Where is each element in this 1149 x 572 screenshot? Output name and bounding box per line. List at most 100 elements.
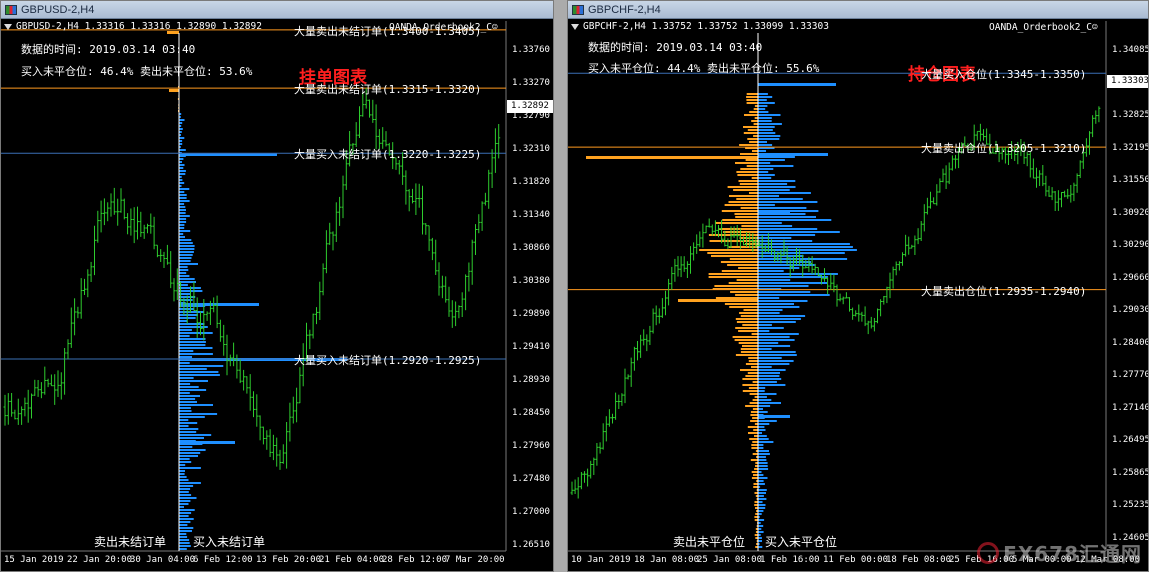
level-label: 大量卖出仓位(1.3205-1.3210) [921,142,1087,156]
candlestick [291,396,295,424]
candlestick [487,169,491,209]
buy-order-bar [179,515,189,517]
price-tick-label: 1.32825 [1112,110,1149,120]
candlestick [698,231,702,248]
buy-order-bar [758,366,772,368]
buy-order-bar [758,384,786,386]
sell-order-bar [735,327,758,329]
sell-order-bar [737,174,758,176]
candlestick [1035,167,1038,188]
buy-order-bar [179,350,194,352]
sell-order-bar [749,438,758,440]
candlestick [315,307,318,325]
buy-order-bar [758,369,786,371]
candlestick [457,305,461,319]
candlestick [142,224,146,239]
buy-order-bar [758,456,766,458]
candlestick [1069,185,1073,203]
candlestick [857,304,861,322]
buy-order-bar [758,138,780,140]
sell-order-bar [753,429,758,431]
chart-window-gbpchf[interactable]: GBPCHF-2,H4 GBPCHF-2,H4 1.33752 1.33752 … [567,0,1149,572]
level-label: 大量卖出未结订单(1.3400-1.3405) [294,24,482,38]
buy-order-bar [758,273,838,275]
candlestick [679,256,683,278]
buy-order-bar [758,126,775,128]
candlestick [950,155,954,171]
candlestick [978,123,982,142]
buy-order-bar [179,248,195,250]
buy-order-bar [179,416,205,418]
sell-positions-label: 卖出未平仓位 [673,535,746,549]
price-tick-label: 1.31550 [1112,175,1149,185]
buy-order-bar [758,83,836,86]
candlestick [215,295,219,329]
candlestick [829,273,833,290]
sell-order-bar [741,225,758,227]
candlestick [311,313,315,339]
price-tick-label: 1.29660 [1112,272,1149,283]
sell-order-bar [740,348,758,350]
buy-order-bar [758,396,767,398]
buy-order-bar [758,393,777,395]
buy-order-bar [758,315,806,317]
buy-order-bar [758,333,799,335]
buy-order-bar [758,279,791,281]
price-tick-label: 1.30380 [512,276,550,286]
buy-order-bar [758,234,816,236]
candlestick [589,460,593,479]
candlestick [907,236,911,255]
price-axis[interactable]: 1.340851.334551.328251.321951.315501.309… [1106,1,1149,571]
sell-order-bar [739,144,758,146]
sell-order-bar [708,276,758,278]
chart-window-gbpusd[interactable]: GBPUSD-2,H4 GBPUSD-2,H4 1.33316 1.33316 … [0,0,554,572]
sell-order-bar [728,282,758,284]
candlestick [925,197,929,215]
time-axis[interactable]: 15 Jan 2019 22 Jan 20:00 30 Jan 04:00 6 Feb… [1,551,506,571]
time-tick-label: 28 Feb 12:00 [382,555,448,565]
sell-order-bar [586,156,758,159]
sell-order-bar [745,405,758,407]
candlestick [1038,170,1042,186]
buy-order-bar [179,377,194,379]
candlestick [954,154,957,169]
sell-order-bar [742,384,758,386]
buy-order-bar [179,374,220,376]
price-tick-label: 1.29030 [1112,305,1149,315]
candlestick [26,389,30,423]
buy-order-bar [179,458,190,460]
time-tick-label: 1 Feb 16:00 [760,555,820,565]
price-axis[interactable]: 1.33760 1.33270 1.32790 1.32310 1.31820 1.313… [506,1,553,571]
candlestick [477,214,481,234]
sell-order-bar [746,99,758,101]
candlestick [1050,187,1054,201]
sell-order-bar [738,180,758,182]
buy-order-bar [179,245,195,247]
time-tick-label: 21 Feb 04:00 [319,555,385,565]
sell-order-bar [729,306,758,308]
sell-order-bar [740,369,758,371]
candlestick [648,325,652,345]
time-tick-label: 18 Jan 08:00 [634,555,700,565]
candlestick [592,457,596,475]
buy-order-bar [758,108,766,110]
buy-order-bar [179,314,198,316]
buy-order-bar [758,135,781,137]
candlestick [43,366,47,395]
candlestick [146,223,149,234]
price-tick-label: 1.30290 [1112,240,1149,250]
buy-order-bar [179,441,235,444]
candlestick [73,298,77,336]
candlestick [598,442,602,454]
candlestick [620,393,624,406]
sell-order-bar [753,483,758,485]
candlestick [751,233,755,252]
candlestick [261,426,265,445]
candlestick [851,307,855,320]
sell-order-bar [735,318,758,320]
candlestick [265,430,269,450]
buy-order-bar [179,335,190,337]
buy-order-bar [179,407,191,409]
buy-order-bar [758,153,828,156]
candlestick [982,129,985,141]
